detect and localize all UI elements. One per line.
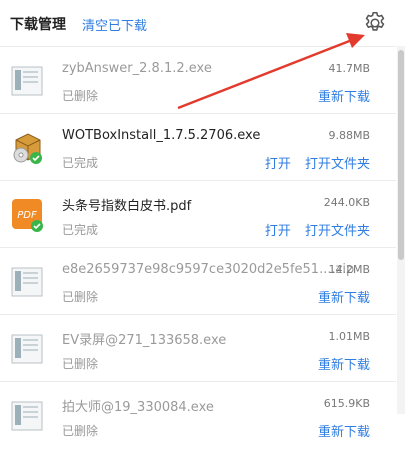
status-text: 已完成 bbox=[62, 223, 99, 237]
file-name: zybAnswer_2.8.1.2.exe bbox=[62, 61, 212, 76]
open-file-button[interactable]: 打开 bbox=[265, 157, 291, 172]
file-name: WOTBoxInstall_1.7.5.2706.exe bbox=[62, 128, 261, 143]
status-text: 已完成 bbox=[62, 156, 99, 170]
download-item[interactable]: 拍大师@19_330084.exe 已删除 615.9KB 重新下载 bbox=[0, 381, 396, 449]
redownload-button[interactable]: 重新下载 bbox=[318, 425, 370, 440]
download-manager-header: 下载管理 清空已下载 bbox=[0, 0, 412, 46]
file-name: 头条号指数白皮书.pdf bbox=[62, 199, 192, 214]
installer-box-icon bbox=[13, 133, 42, 164]
file-size: 9.88MB bbox=[328, 129, 370, 142]
exe-file-icon bbox=[11, 66, 43, 96]
scrollbar-thumb[interactable] bbox=[398, 50, 404, 260]
page-title: 下载管理 bbox=[10, 17, 66, 33]
gear-icon[interactable] bbox=[362, 10, 388, 36]
download-item[interactable]: EV录屏@271_133658.exe 已删除 1.01MB 重新下载 bbox=[0, 314, 396, 382]
file-size: 244.0KB bbox=[323, 196, 370, 209]
redownload-button[interactable]: 重新下载 bbox=[318, 291, 370, 306]
clear-downloaded-button[interactable]: 清空已下载 bbox=[82, 15, 147, 34]
open-file-button[interactable]: 打开 bbox=[265, 224, 291, 239]
exe-file-icon bbox=[11, 334, 43, 364]
status-text: 已删除 bbox=[62, 89, 99, 103]
file-size: 1.01MB bbox=[328, 330, 370, 343]
file-name: EV录屏@271_133658.exe bbox=[62, 333, 227, 348]
file-name: 拍大师@19_330084.exe bbox=[62, 400, 214, 415]
download-item[interactable]: PDF 头条号指数白皮书.pdf 已完成 244.0KB 打开 打开文件夹 bbox=[0, 180, 396, 248]
download-item[interactable]: WOTBoxInstall_1.7.5.2706.exe 已完成 9.88MB … bbox=[0, 113, 396, 181]
zip-file-icon bbox=[11, 267, 43, 297]
status-text: 已删除 bbox=[62, 424, 99, 438]
svg-text:PDF: PDF bbox=[17, 210, 37, 221]
file-size: 41.7MB bbox=[328, 62, 370, 75]
scrollbar[interactable] bbox=[397, 46, 405, 414]
redownload-button[interactable]: 重新下载 bbox=[318, 358, 370, 373]
download-item[interactable]: e8e2659737e98c9597ce3020d2e5fe51....zip … bbox=[0, 247, 396, 315]
file-name: e8e2659737e98c9597ce3020d2e5fe51....zip bbox=[62, 262, 355, 277]
file-size: 615.9KB bbox=[323, 397, 370, 410]
file-size: 14.2MB bbox=[328, 263, 370, 276]
open-folder-button[interactable]: 打开文件夹 bbox=[305, 157, 370, 172]
redownload-button[interactable]: 重新下载 bbox=[318, 90, 370, 105]
status-text: 已删除 bbox=[62, 290, 99, 304]
download-item[interactable]: zybAnswer_2.8.1.2.exe 已删除 41.7MB 重新下载 bbox=[0, 46, 396, 114]
open-folder-button[interactable]: 打开文件夹 bbox=[305, 224, 370, 239]
pdf-file-icon: PDF bbox=[12, 199, 43, 232]
exe-file-icon bbox=[11, 401, 43, 431]
status-text: 已删除 bbox=[62, 357, 99, 371]
